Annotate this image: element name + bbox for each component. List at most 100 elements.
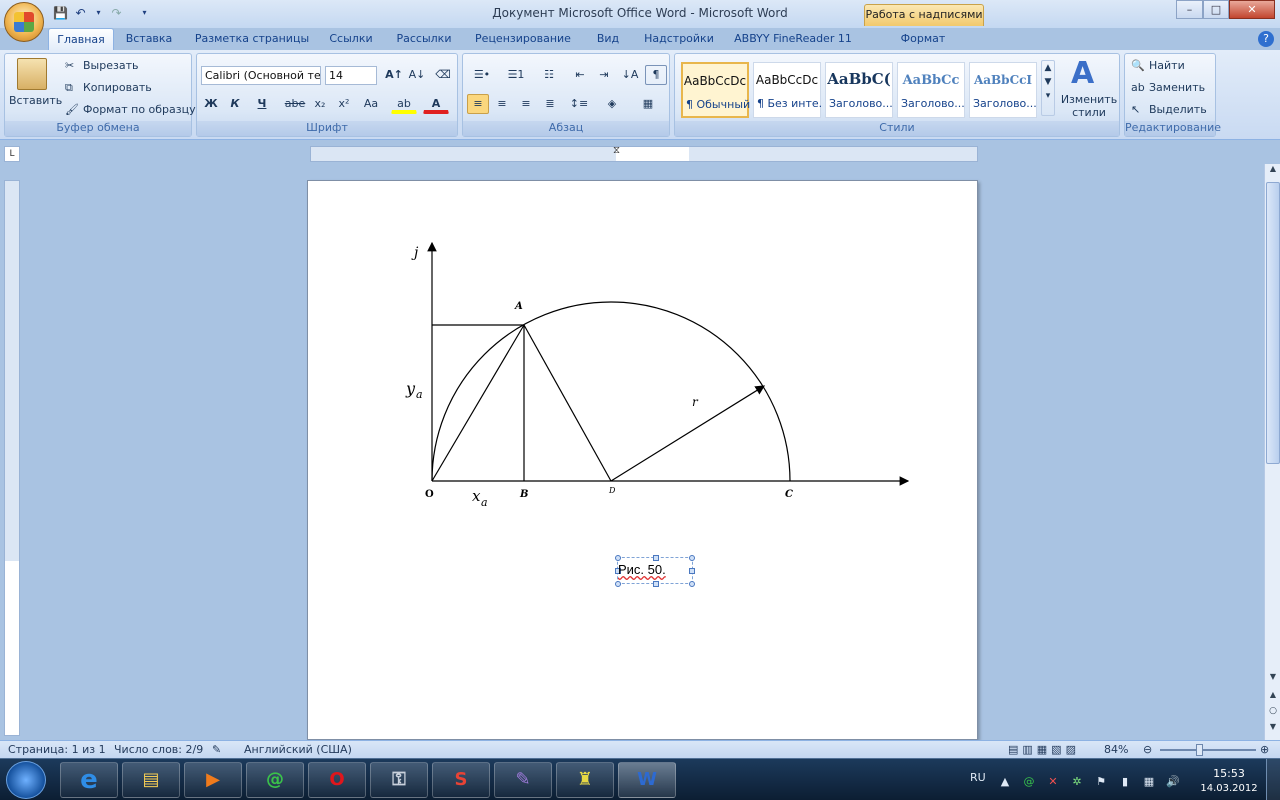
robot-app-icon[interactable]: ♜ xyxy=(556,762,614,798)
italic-button[interactable]: К xyxy=(225,94,245,114)
decrease-indent-icon[interactable]: ⇤ xyxy=(569,65,591,85)
bold-button[interactable]: Ж xyxy=(201,94,221,114)
spellcheck-icon[interactable]: ✎ xyxy=(212,743,221,756)
styles-scroll-icon[interactable]: ▲ ▼ ▾ xyxy=(1041,60,1055,116)
clock-time[interactable]: 15:53 xyxy=(1198,767,1260,780)
scroll-down-icon[interactable]: ▼ xyxy=(1266,672,1280,686)
minimize-button[interactable]: – xyxy=(1176,0,1203,19)
find-button[interactable]: Найти xyxy=(1149,59,1185,72)
format-painter-icon[interactable]: 🖌 xyxy=(65,103,79,116)
superscript-button[interactable]: x² xyxy=(333,94,355,114)
style-heading-2[interactable]: AaBbCc Заголово... xyxy=(897,62,965,118)
next-page-icon[interactable]: ▼ xyxy=(1266,722,1280,736)
highlight-icon[interactable]: ab xyxy=(391,94,417,114)
borders-icon[interactable]: ▦ xyxy=(633,94,663,114)
zoom-level[interactable]: 84% xyxy=(1104,743,1128,756)
view-mode-icons[interactable]: ▤▥▦▧▨ xyxy=(1008,743,1080,756)
show-desktop-button[interactable] xyxy=(1266,759,1280,800)
clear-format-icon[interactable]: ⌫ xyxy=(433,65,453,85)
editor-app-icon[interactable]: ✎ xyxy=(494,762,552,798)
tray-app-icon[interactable]: ✕ xyxy=(1046,775,1060,789)
vertical-scrollbar[interactable]: ▲ ▼ ▲ ○ ▼ xyxy=(1264,164,1280,740)
tab-references[interactable]: Ссылки xyxy=(322,28,380,50)
word-taskbar-icon[interactable]: W xyxy=(618,762,676,798)
indent-marker-icon[interactable]: ⧖ xyxy=(613,145,620,156)
sort-icon[interactable]: ↓A xyxy=(619,65,641,85)
close-button[interactable]: ✕ xyxy=(1229,0,1275,19)
vertical-ruler[interactable] xyxy=(4,180,20,736)
tray-flag-icon[interactable]: ⚑ xyxy=(1094,775,1108,789)
resize-handle[interactable] xyxy=(653,555,659,561)
media-player-icon[interactable]: ▶ xyxy=(184,762,242,798)
resize-handle[interactable] xyxy=(689,568,695,574)
tab-mailings[interactable]: Рассылки xyxy=(388,28,460,50)
justify-icon[interactable]: ≣ xyxy=(539,94,561,114)
redo-icon[interactable]: ↷ xyxy=(108,5,125,22)
copy-icon[interactable]: ⧉ xyxy=(65,81,73,95)
caption-textbox[interactable]: Рис. 50. xyxy=(615,555,695,587)
paste-button[interactable]: Вставить xyxy=(9,94,62,107)
paste-icon[interactable] xyxy=(17,58,47,90)
prev-page-icon[interactable]: ▲ xyxy=(1266,690,1280,704)
line-spacing-icon[interactable]: ↕≡ xyxy=(565,94,593,114)
red-app-icon[interactable]: S xyxy=(432,762,490,798)
replace-icon[interactable]: ab xyxy=(1131,81,1145,94)
tab-view[interactable]: Вид xyxy=(588,28,628,50)
internet-explorer-icon[interactable]: e xyxy=(60,762,118,798)
underline-button[interactable]: Ч xyxy=(249,94,275,114)
style-heading-3[interactable]: AaBbCcI Заголово... xyxy=(969,62,1037,118)
usb-tool-icon[interactable]: ⚿ xyxy=(370,762,428,798)
scroll-thumb[interactable] xyxy=(1266,182,1280,464)
tab-review[interactable]: Рецензирование xyxy=(468,28,578,50)
status-language[interactable]: Английский (США) xyxy=(244,743,352,756)
horizontal-ruler[interactable]: ⧖ xyxy=(310,145,978,162)
maximize-button[interactable]: □ xyxy=(1203,0,1229,19)
tab-page-layout[interactable]: Разметка страницы xyxy=(188,28,316,50)
zoom-slider-thumb[interactable] xyxy=(1196,744,1203,756)
start-button[interactable] xyxy=(6,761,46,799)
resize-handle[interactable] xyxy=(689,555,695,561)
scroll-up-icon[interactable]: ▲ xyxy=(1266,164,1280,180)
change-styles-icon[interactable]: A xyxy=(1071,56,1094,91)
tray-network-icon[interactable]: ▦ xyxy=(1142,775,1156,789)
font-size-select[interactable]: 14 xyxy=(325,66,377,85)
zoom-in-icon[interactable]: ⊕ xyxy=(1260,743,1269,756)
change-case-button[interactable]: Аа xyxy=(357,94,385,114)
help-icon[interactable]: ? xyxy=(1258,31,1274,47)
tab-selector[interactable]: L xyxy=(4,146,20,162)
format-painter-button[interactable]: Формат по образцу xyxy=(83,103,196,116)
resize-handle[interactable] xyxy=(653,581,659,587)
replace-button[interactable]: Заменить xyxy=(1149,81,1205,94)
undo-dropdown-icon[interactable]: ▾ xyxy=(90,5,107,22)
tab-addins[interactable]: Надстройки xyxy=(638,28,720,50)
tray-volume-icon[interactable]: 🔊 xyxy=(1166,775,1180,789)
tray-mail-icon[interactable]: @ xyxy=(1022,775,1036,789)
font-name-select[interactable]: Calibri (Основной те xyxy=(201,66,321,85)
tab-insert[interactable]: Вставка xyxy=(118,28,180,50)
resize-handle[interactable] xyxy=(689,581,695,587)
language-indicator[interactable]: RU xyxy=(970,771,986,784)
tray-settings-icon[interactable]: ✲ xyxy=(1070,775,1084,789)
opera-icon[interactable]: O xyxy=(308,762,366,798)
tray-power-icon[interactable]: ▮ xyxy=(1118,775,1132,789)
change-styles-button[interactable]: Изменить стили xyxy=(1059,93,1119,119)
font-color-icon[interactable]: A xyxy=(423,94,449,114)
resize-handle[interactable] xyxy=(615,581,621,587)
shrink-font-icon[interactable]: A↓ xyxy=(407,65,427,85)
align-center-icon[interactable]: ≡ xyxy=(491,94,513,114)
bullets-icon[interactable]: ☰• xyxy=(467,65,497,85)
mail-agent-icon[interactable]: @ xyxy=(246,762,304,798)
select-icon[interactable]: ↖ xyxy=(1131,103,1140,116)
show-marks-icon[interactable]: ¶ xyxy=(645,65,667,85)
style-heading-1[interactable]: AaBbC( Заголово... xyxy=(825,62,893,118)
increase-indent-icon[interactable]: ⇥ xyxy=(593,65,615,85)
style-normal[interactable]: AaBbCcDc ¶ Обычный xyxy=(681,62,750,118)
subscript-button[interactable]: x₂ xyxy=(309,94,331,114)
browse-object-icon[interactable]: ○ xyxy=(1266,706,1280,720)
tab-home[interactable]: Главная xyxy=(48,28,114,50)
status-page[interactable]: Страница: 1 из 1 xyxy=(8,743,106,756)
copy-button[interactable]: Копировать xyxy=(83,81,152,94)
multilevel-list-icon[interactable]: ☷ xyxy=(535,65,563,85)
resize-handle[interactable] xyxy=(615,555,621,561)
numbering-icon[interactable]: ☰1 xyxy=(501,65,531,85)
